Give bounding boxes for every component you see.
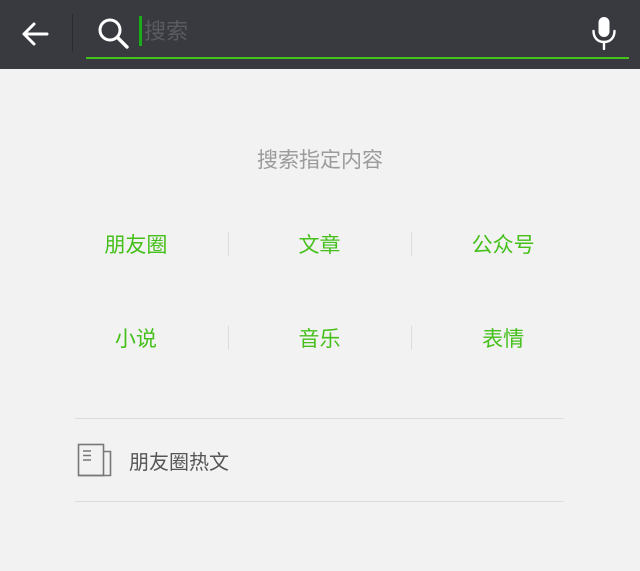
magnifier-icon xyxy=(98,18,129,49)
category-official-accounts[interactable]: 公众号 xyxy=(411,224,595,264)
search-header xyxy=(0,0,640,69)
category-row: 朋友圈 文章 公众号 xyxy=(44,224,595,264)
search-input[interactable] xyxy=(144,14,564,50)
arrow-left-icon xyxy=(22,22,49,46)
moments-hot-articles-item[interactable]: 朋友圈热文 xyxy=(75,419,564,501)
hot-item-label: 朋友圈热文 xyxy=(129,449,229,474)
category-row: 小说 音乐 表情 xyxy=(44,318,595,358)
text-cursor xyxy=(139,16,142,46)
header-divider xyxy=(72,14,73,52)
back-button[interactable] xyxy=(12,12,58,56)
category-stickers[interactable]: 表情 xyxy=(411,318,595,358)
section-divider xyxy=(75,501,564,502)
category-music[interactable]: 音乐 xyxy=(227,318,412,358)
article-icon xyxy=(77,443,112,477)
category-novels[interactable]: 小说 xyxy=(44,318,228,358)
microphone-icon xyxy=(592,17,616,50)
voice-input-button[interactable] xyxy=(587,14,621,52)
category-moments[interactable]: 朋友圈 xyxy=(44,224,228,264)
search-hint: 搜索指定内容 xyxy=(257,148,383,172)
search-box[interactable] xyxy=(86,10,629,59)
category-articles[interactable]: 文章 xyxy=(227,224,412,264)
